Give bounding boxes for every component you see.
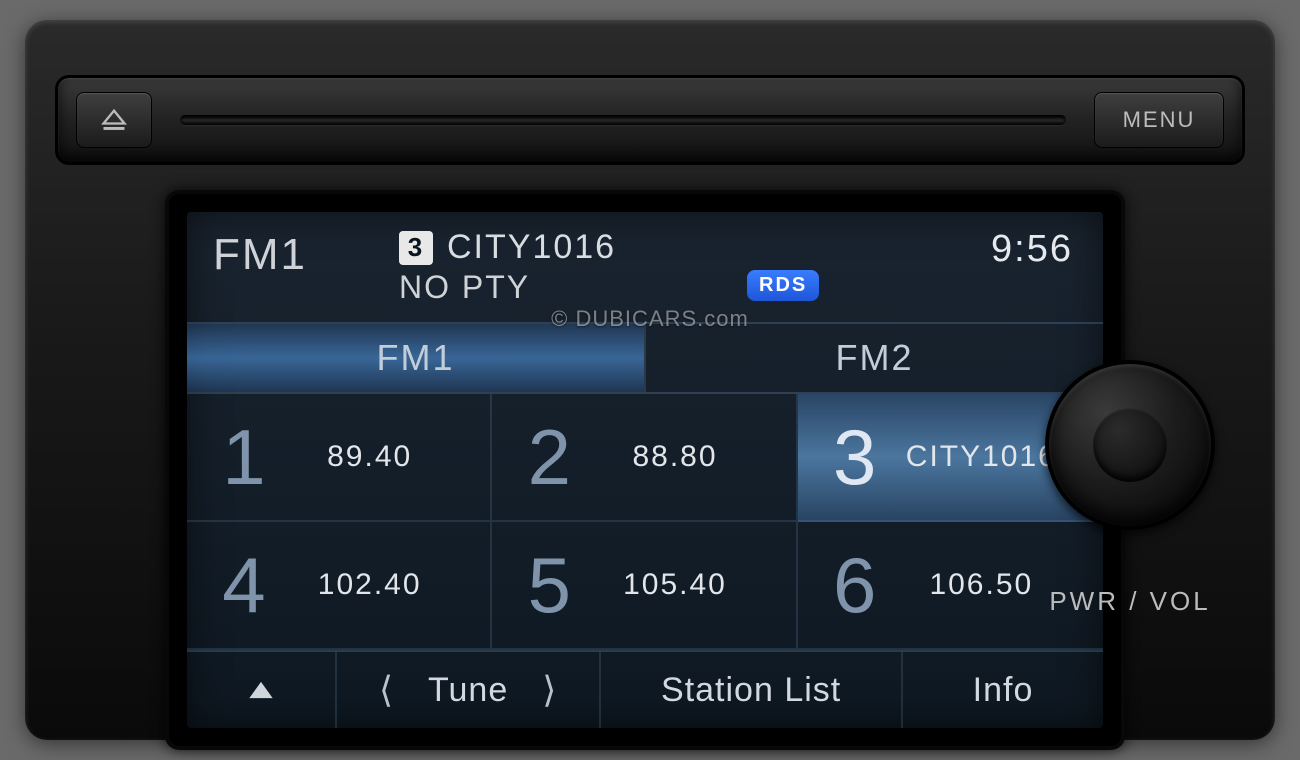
preset-5[interactable]: 5 105.40	[492, 522, 797, 650]
preset-number: 3	[820, 412, 890, 503]
triangle-up-icon	[247, 679, 275, 701]
preset-1[interactable]: 1 89.40	[187, 394, 492, 522]
clock: 9:56	[991, 228, 1073, 271]
preset-grid: 1 89.40 2 88.80 3 CITY1016 4 102.40 5	[187, 394, 1103, 650]
preset-value: 102.40	[279, 568, 490, 602]
top-control-panel: MENU	[55, 75, 1245, 165]
volume-knob-zone: PWR / VOL	[1025, 320, 1235, 680]
rds-badge: RDS	[747, 270, 819, 301]
scroll-up-button[interactable]	[187, 652, 337, 728]
preset-number: 5	[514, 540, 584, 631]
pty-text: NO PTY	[399, 269, 616, 306]
station-name: CITY1016	[447, 228, 616, 267]
chevron-right-icon: ⟩	[542, 669, 557, 711]
menu-button[interactable]: MENU	[1094, 92, 1224, 148]
screen-bezel: FM1 3 CITY1016 NO PTY RDS 9:56 FM1 FM2 1	[165, 190, 1125, 750]
cd-slot[interactable]	[180, 115, 1066, 125]
head-unit-frame: MENU FM1 3 CITY1016 NO PTY RDS 9:56 FM1 …	[25, 20, 1275, 740]
eject-button[interactable]	[76, 92, 152, 148]
preset-value: 89.40	[279, 440, 490, 474]
tab-fm1[interactable]: FM1	[187, 324, 644, 392]
power-volume-knob[interactable]	[1045, 360, 1215, 530]
eject-icon	[100, 108, 128, 132]
chevron-left-icon: ⟨	[379, 669, 394, 711]
station-meta: 3 CITY1016 NO PTY	[399, 228, 616, 306]
preset-value: 105.40	[584, 568, 795, 602]
footer-bar: ⟨ Tune ⟩ Station List Info	[187, 650, 1103, 728]
power-volume-label: PWR / VOL	[1049, 586, 1210, 617]
preset-number: 6	[820, 540, 890, 631]
tune-control[interactable]: ⟨ Tune ⟩	[337, 652, 601, 728]
band-tabs: FM1 FM2	[187, 322, 1103, 394]
preset-number: 4	[209, 540, 279, 631]
preset-number-badge: 3	[399, 231, 433, 265]
current-band-label: FM1	[213, 230, 307, 280]
preset-2[interactable]: 2 88.80	[492, 394, 797, 522]
station-list-button[interactable]: Station List	[601, 652, 903, 728]
tune-label: Tune	[428, 671, 508, 710]
preset-4[interactable]: 4 102.40	[187, 522, 492, 650]
touchscreen: FM1 3 CITY1016 NO PTY RDS 9:56 FM1 FM2 1	[187, 212, 1103, 728]
preset-value: 88.80	[584, 440, 795, 474]
preset-number: 2	[514, 412, 584, 503]
preset-number: 1	[209, 412, 279, 503]
status-header: FM1 3 CITY1016 NO PTY RDS 9:56	[187, 212, 1103, 322]
